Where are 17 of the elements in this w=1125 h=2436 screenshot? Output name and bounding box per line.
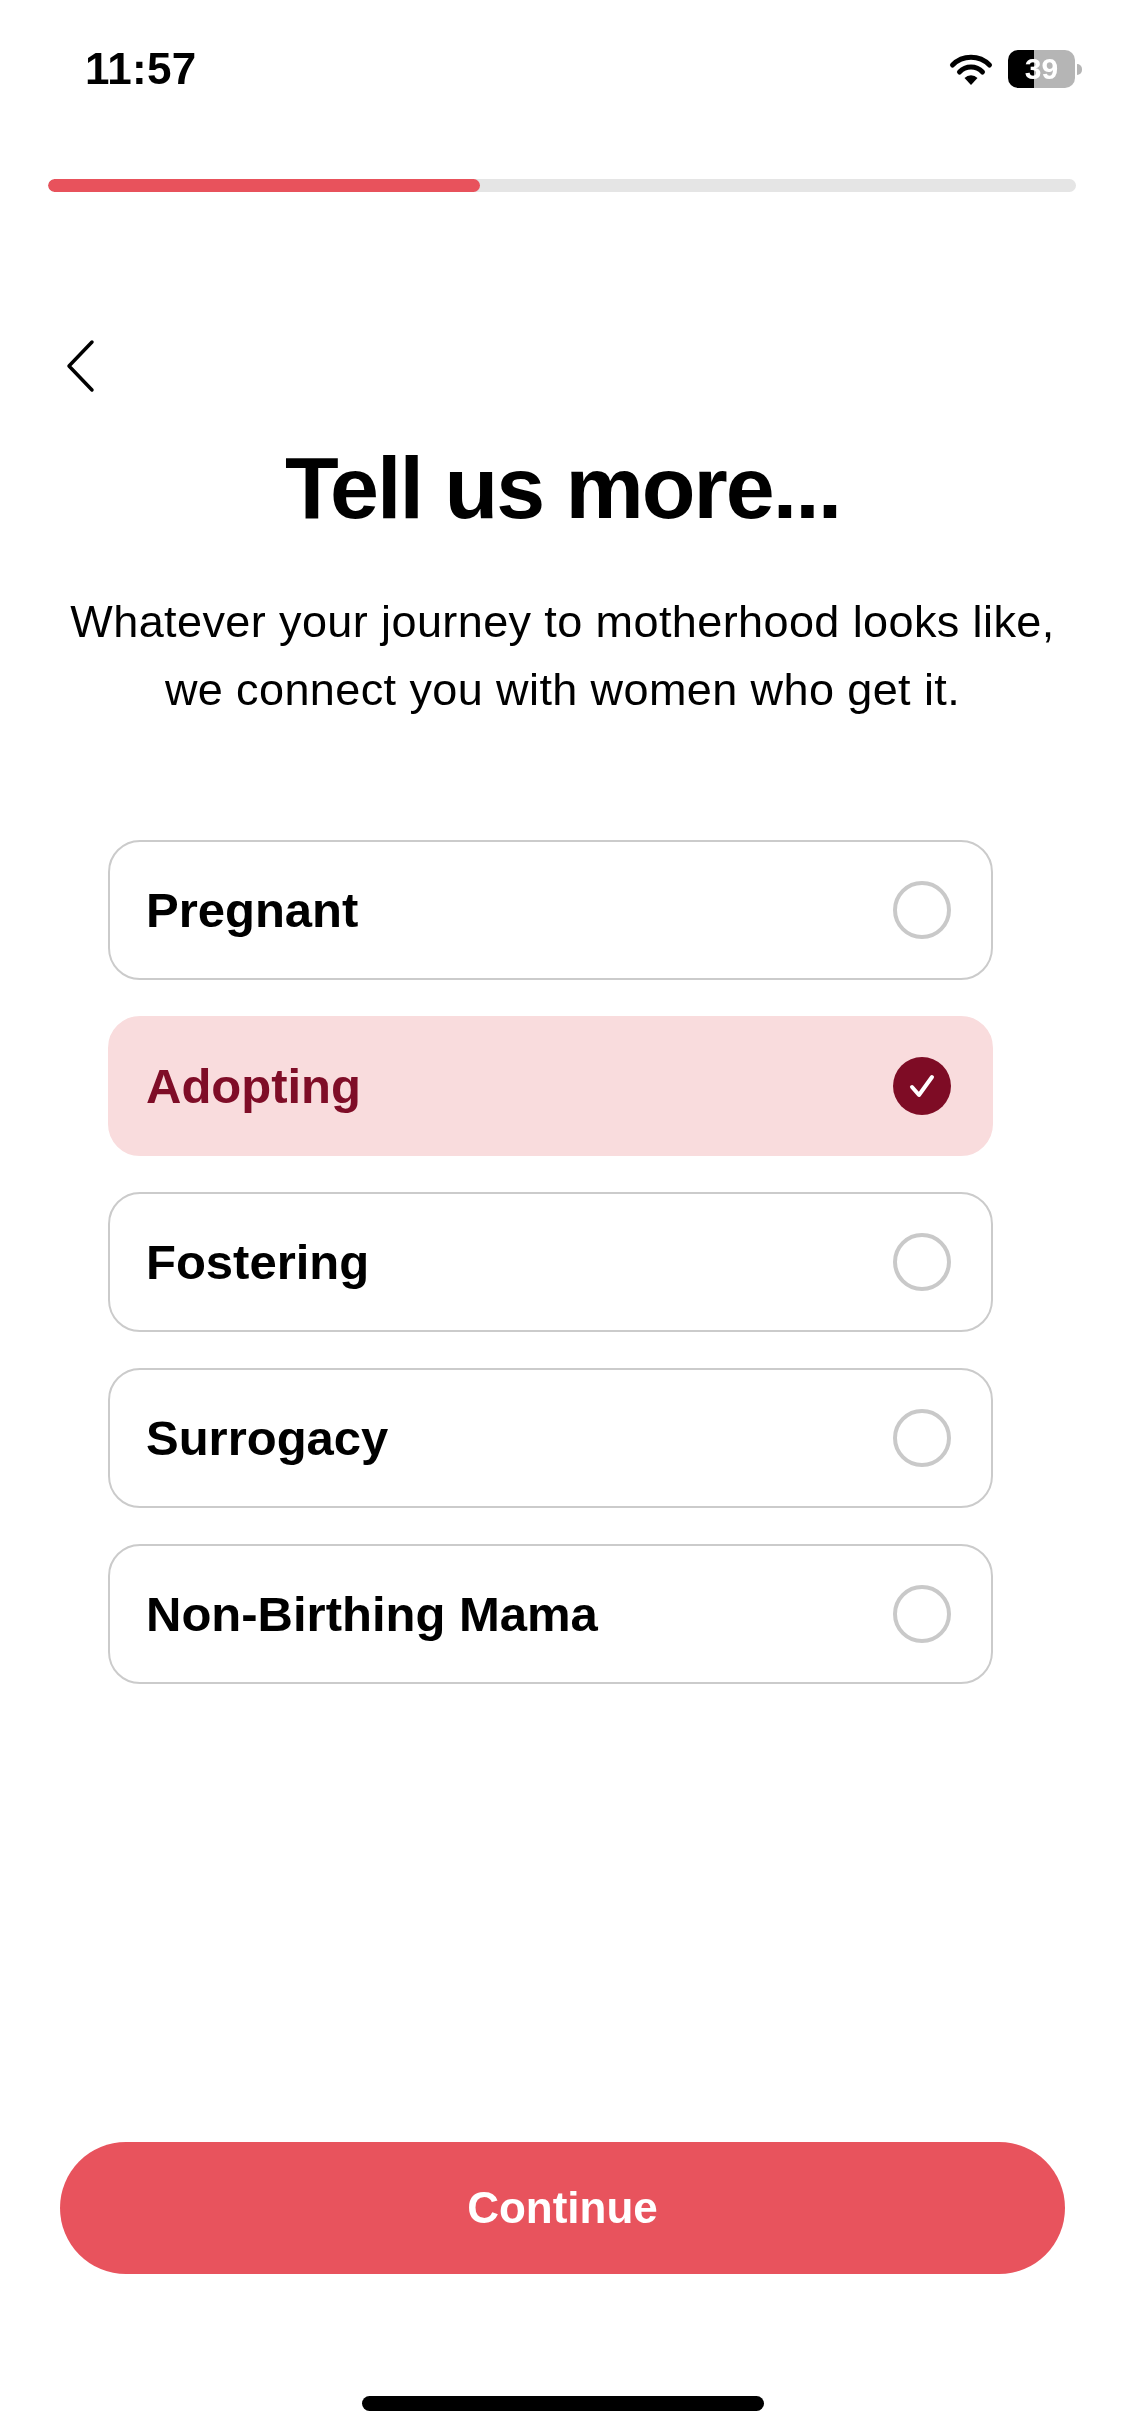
continue-button[interactable]: Continue [60,2142,1065,2274]
radio-circle-icon [893,1233,951,1291]
radio-circle-icon [893,1409,951,1467]
wifi-icon [948,52,994,86]
back-button[interactable] [65,339,95,393]
back-chevron-icon [65,339,95,393]
choice-option[interactable]: Non-Birthing Mama [108,1544,993,1684]
choice-option[interactable]: Fostering [108,1192,993,1332]
radio-circle-icon [893,1585,951,1643]
page-subtitle: Whatever your journey to motherhood looks like, we connect you with women who get it. [69,595,1056,717]
checked-circle-icon [893,1057,951,1115]
choice-option[interactable]: Pregnant [108,840,993,980]
page-title: Tell us more... [283,444,842,532]
radio-circle-icon [893,881,951,939]
choice-option[interactable]: Surrogacy [108,1368,993,1508]
status-time: 11:57 [85,47,197,91]
choice-option[interactable]: Adopting [108,1016,993,1156]
